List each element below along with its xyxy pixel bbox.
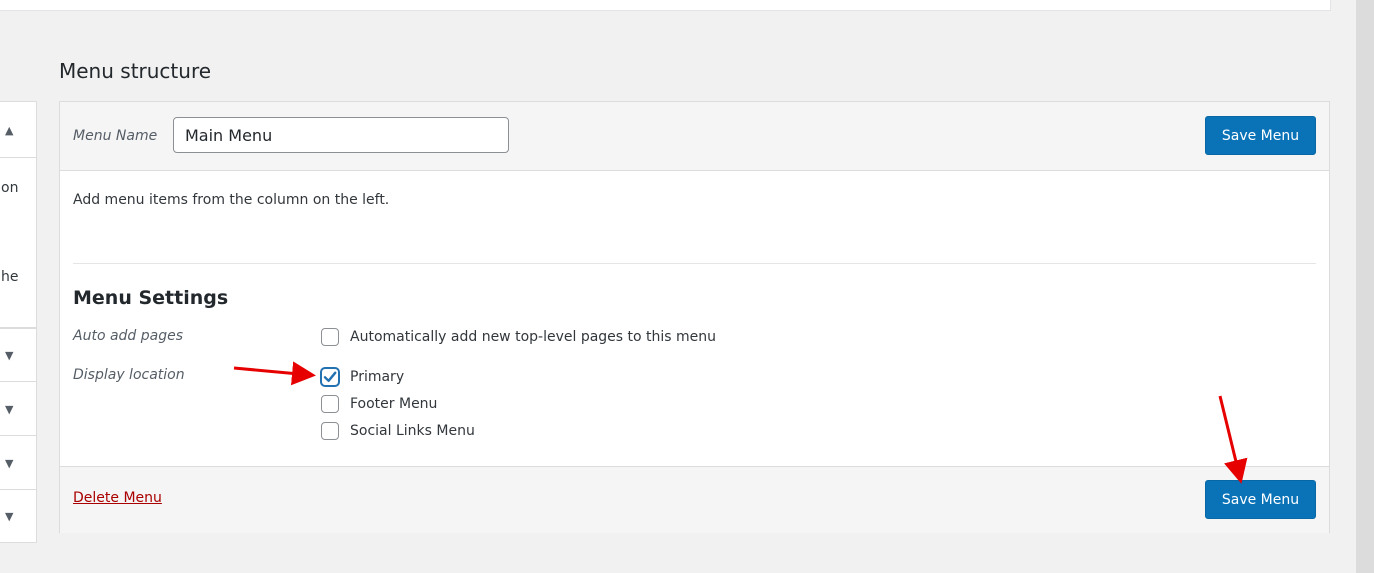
accordion-section[interactable]: ▼ [0,328,36,382]
social-links-checkbox[interactable] [321,422,339,440]
chevron-up-icon[interactable]: ▲ [5,125,13,136]
auto-add-pages-label: Auto add pages [73,328,184,344]
menu-instruction: Add menu items from the column on the le… [73,192,390,208]
menu-name-label: Menu Name [73,128,158,144]
social-links-label[interactable]: Social Links Menu [350,423,475,439]
delete-menu-link[interactable]: Delete Menu [73,490,162,506]
accordion-section-open[interactable]: ▲ [0,102,36,158]
primary-checkbox[interactable] [321,368,339,386]
column-text-fragment: he [1,269,19,285]
menu-edit-panel: Menu Name Save Menu Add menu items from … [59,101,1330,533]
chevron-down-icon[interactable]: ▼ [5,458,13,469]
accordion-section[interactable]: ▼ [0,436,36,490]
location-primary[interactable]: Primary [321,366,404,388]
column-text-fragment: on [1,180,19,196]
scrollbar[interactable] [1356,0,1374,573]
menu-name-input[interactable] [173,117,509,153]
accordion-section[interactable]: ▼ [0,490,36,542]
chevron-down-icon[interactable]: ▼ [5,511,13,522]
save-menu-button-bottom[interactable]: Save Menu [1205,480,1316,519]
menu-header: Menu Name Save Menu [60,102,1329,171]
location-footer[interactable]: Footer Menu [321,393,437,415]
add-menu-items-column: ▲ on he ▼ ▼ ▼ ▼ [0,101,37,543]
primary-label[interactable]: Primary [350,369,404,385]
menu-settings-title: Menu Settings [73,287,229,309]
checkmark-icon [323,371,337,382]
location-social[interactable]: Social Links Menu [321,420,475,442]
footer-menu-label[interactable]: Footer Menu [350,396,437,412]
menu-footer: Delete Menu Save Menu [60,466,1329,533]
chevron-down-icon[interactable]: ▼ [5,350,13,361]
top-panel [0,0,1331,11]
accordion-section[interactable]: ▼ [0,382,36,436]
divider [73,263,1316,264]
footer-menu-checkbox[interactable] [321,395,339,413]
menu-structure-heading: Menu structure [59,59,212,83]
chevron-down-icon[interactable]: ▼ [5,404,13,415]
auto-add-option-label[interactable]: Automatically add new top-level pages to… [350,329,716,345]
display-location-label: Display location [73,367,185,383]
save-menu-button-top[interactable]: Save Menu [1205,116,1316,155]
auto-add-checkbox[interactable] [321,328,339,346]
auto-add-option[interactable]: Automatically add new top-level pages to… [321,326,716,348]
